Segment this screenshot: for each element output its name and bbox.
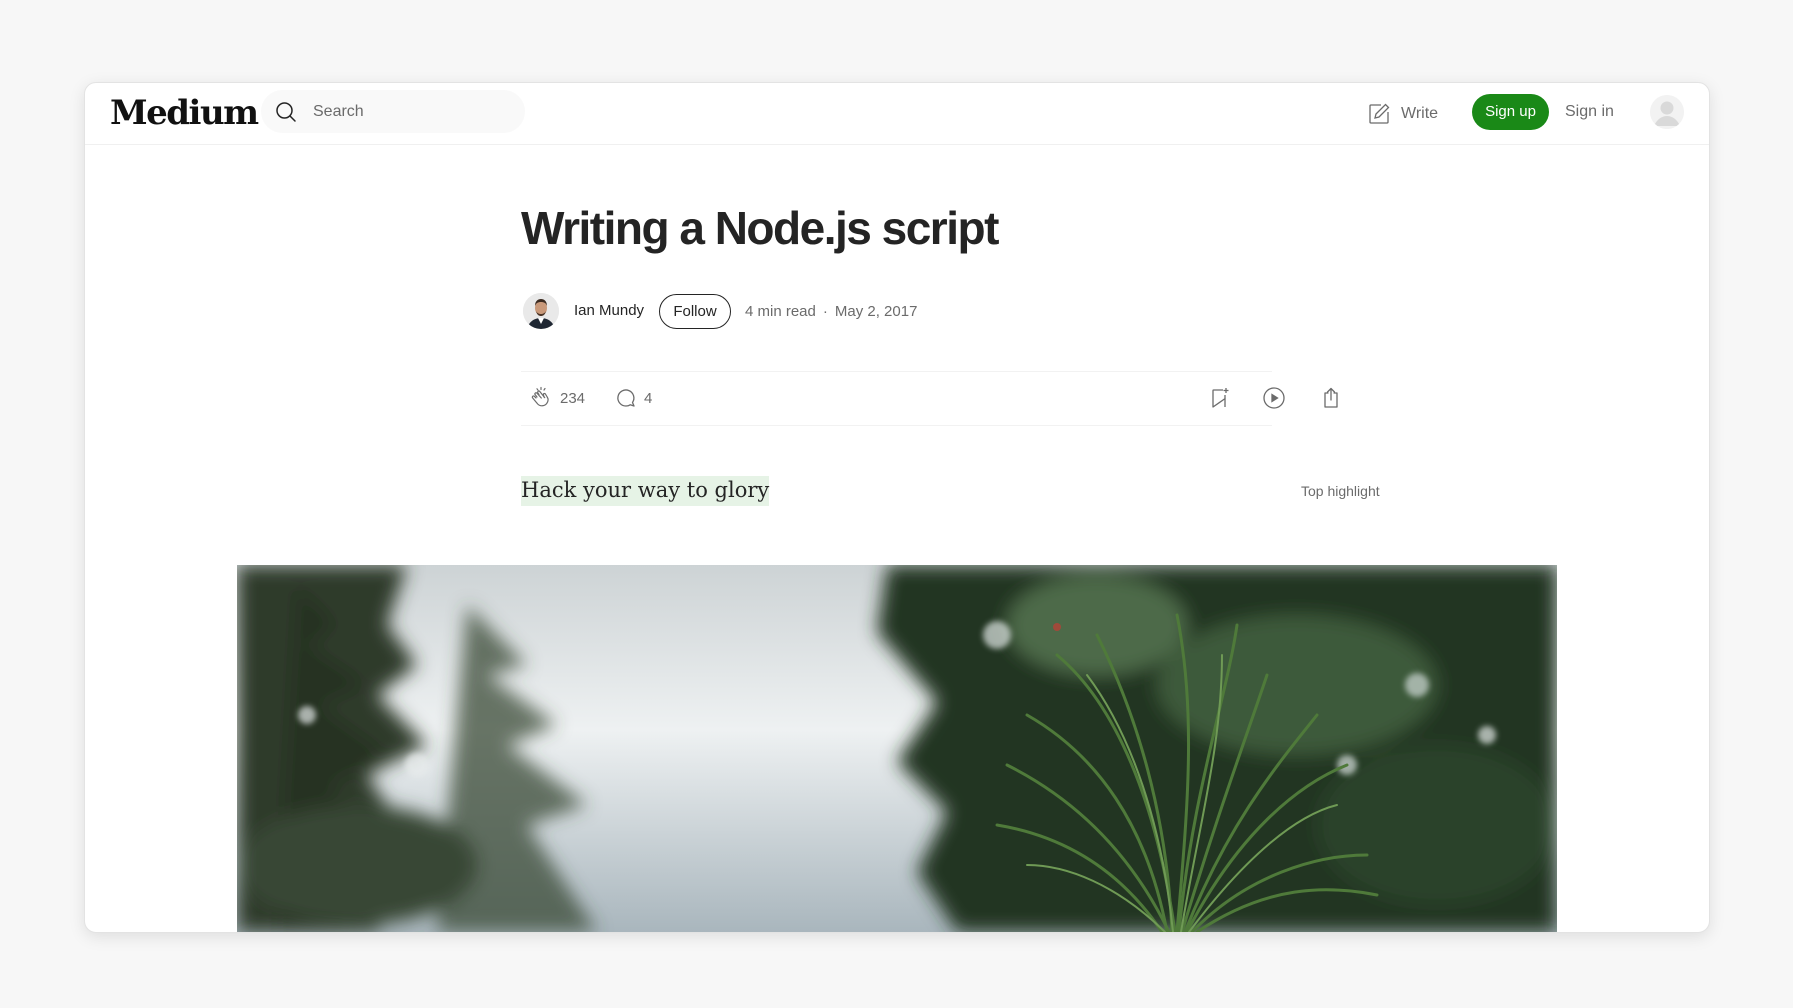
medium-logo[interactable]: Medium (110, 93, 259, 133)
meta-separator: · (822, 303, 828, 320)
play-icon (1263, 387, 1285, 409)
write-icon (1369, 103, 1390, 124)
browser-window: Medium Write Sign up Sign in Writi (84, 82, 1710, 933)
article-subtitle[interactable]: Hack your way to glory (521, 476, 770, 506)
sign-up-button[interactable]: Sign up (1472, 94, 1549, 130)
sign-in-link[interactable]: Sign in (1565, 103, 1614, 121)
write-button[interactable]: Write (1367, 101, 1438, 127)
responses-button[interactable]: 4 (614, 386, 652, 410)
read-time: 4 min read (745, 303, 816, 320)
write-label: Write (1401, 105, 1439, 122)
author-photo (523, 293, 559, 329)
save-button[interactable] (1207, 386, 1231, 410)
bookmark-add-icon (1212, 388, 1229, 408)
search-input[interactable] (311, 98, 515, 126)
top-highlight-label: Top highlight (1301, 483, 1380, 499)
listen-button[interactable] (1262, 386, 1286, 410)
comment-icon (617, 389, 635, 407)
clap-icon (531, 386, 549, 407)
clap-button[interactable]: 234 (530, 386, 585, 410)
article-action-bar: 234 4 (521, 371, 1338, 426)
share-icon (1324, 387, 1338, 408)
article-title: Writing a Node.js script (521, 202, 999, 254)
response-count: 4 (644, 389, 653, 407)
author-name[interactable]: Ian Mundy (574, 302, 644, 319)
hero-image (237, 565, 1557, 932)
article-meta: 4 min read · May 2, 2017 (745, 303, 917, 320)
search-box[interactable] (261, 90, 525, 133)
search-icon (276, 102, 296, 122)
publish-date: May 2, 2017 (834, 303, 918, 320)
share-button[interactable] (1319, 386, 1343, 410)
follow-button[interactable]: Follow (659, 294, 731, 329)
clap-count: 234 (560, 389, 586, 407)
pine-photo (237, 565, 1557, 932)
default-user-icon (1650, 95, 1684, 129)
user-avatar[interactable] (1650, 95, 1684, 129)
top-navigation: Medium Write Sign up Sign in (85, 83, 1709, 145)
author-avatar[interactable] (523, 293, 559, 329)
